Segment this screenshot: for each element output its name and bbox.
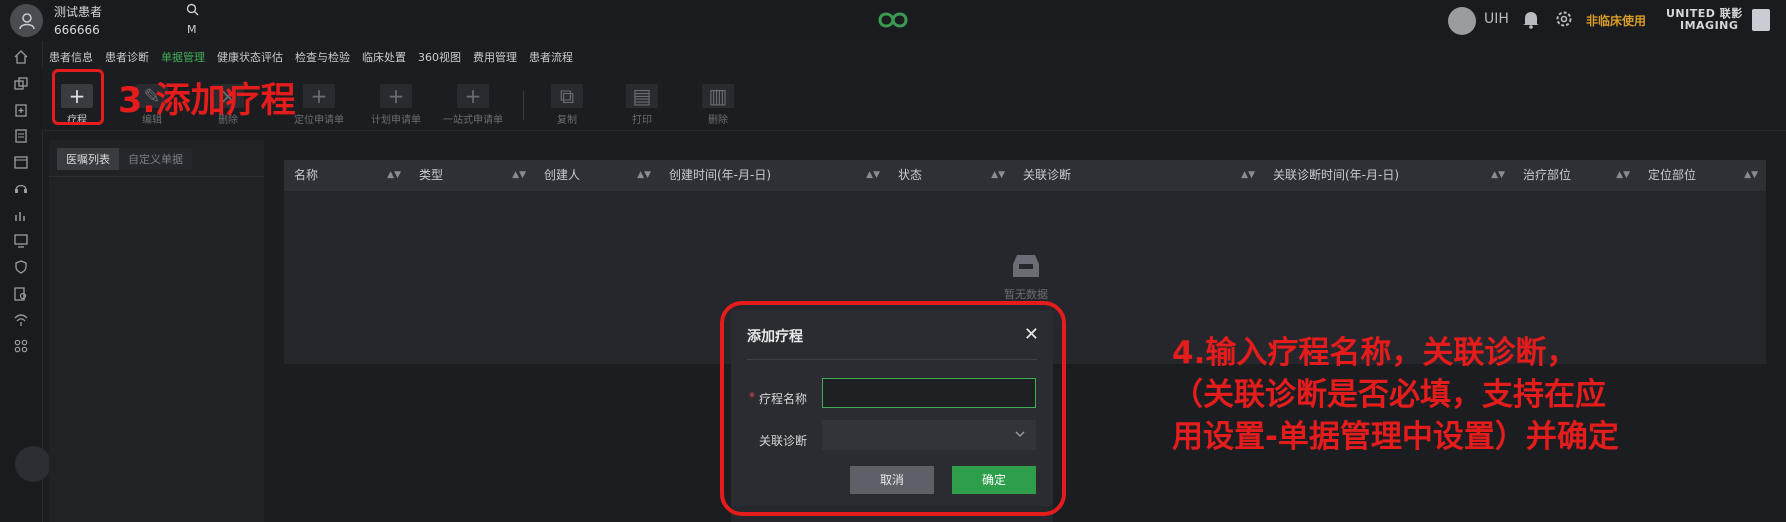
trash-icon: ▥	[702, 84, 734, 108]
printer-icon: ▤	[626, 84, 658, 108]
monitor-user-icon[interactable]	[13, 233, 29, 249]
sidebar-toggle-button[interactable]	[15, 446, 51, 482]
plus-icon: +	[457, 84, 489, 108]
sort-icon[interactable]: ▲▼	[866, 160, 880, 191]
copy-button[interactable]: ⧉ 复制	[535, 84, 599, 126]
positioning-request-label: 定位申请单	[294, 115, 344, 126]
tab-health-assessment[interactable]: 健康状态评估	[217, 49, 283, 67]
annotation-highlight-box	[52, 69, 104, 125]
column-header[interactable]: 治疗部位 ▲▼	[1513, 160, 1638, 191]
annotation-step4: 4.输入疗程名称，关联诊断， （关联诊断是否必填，支持在应 用设置-单据管理中设…	[1172, 335, 1619, 455]
tab-patient-flow[interactable]: 患者流程	[529, 49, 573, 67]
copy-icon[interactable]	[13, 76, 29, 92]
clipboard-add-icon[interactable]	[13, 102, 29, 118]
plus-icon: +	[380, 84, 412, 108]
column-header[interactable]: 状态 ▲▼	[888, 160, 1013, 191]
calendar-icon[interactable]	[13, 154, 29, 170]
sidebar	[0, 41, 51, 522]
column-label: 类型	[419, 168, 444, 182]
inbox-icon	[1013, 255, 1039, 277]
annotation-dialog-highlight	[720, 301, 1066, 516]
document-search-icon[interactable]	[13, 286, 29, 302]
sort-icon[interactable]: ▲▼	[991, 160, 1005, 191]
sort-icon[interactable]: ▲▼	[387, 160, 401, 191]
patient-id: 666666	[54, 23, 100, 37]
nav-tabs: 患者信息 患者诊断 单据管理 健康状态评估 检查与检验 临床处置 360视图 费…	[49, 49, 585, 73]
sort-icon[interactable]: ▲▼	[1491, 160, 1505, 191]
app-logo-icon	[872, 7, 914, 37]
brand-logo: UNITED 联影 IMAGING	[1666, 8, 1743, 32]
chart-icon[interactable]	[13, 207, 29, 223]
sort-icon[interactable]: ▲▼	[1616, 160, 1630, 191]
signal-icon[interactable]	[13, 312, 29, 328]
tab-360-view[interactable]: 360视图	[418, 49, 461, 67]
one-stop-request-button[interactable]: + 一站式申请单	[441, 84, 505, 126]
column-label: 名称	[294, 168, 319, 182]
non-clinical-label: 非临床使用	[1586, 14, 1647, 28]
print-label: 打印	[632, 115, 652, 126]
divider	[49, 176, 264, 177]
patient-name: 测试患者	[54, 5, 103, 19]
column-label: 关联诊断时间(年-月-日)	[1273, 168, 1400, 182]
tab-exam-lab[interactable]: 检查与检验	[295, 49, 350, 67]
column-label: 状态	[898, 168, 923, 182]
home-icon[interactable]	[13, 49, 29, 65]
user-avatar[interactable]	[1448, 7, 1476, 35]
empty-state: 暂无数据	[1004, 252, 1048, 302]
one-stop-request-label: 一站式申请单	[443, 115, 503, 126]
annotation-step3: 3.添加疗程	[118, 81, 296, 121]
left-panel-tabs: 医嘱列表 自定义单据	[57, 148, 192, 170]
positioning-request-button[interactable]: + 定位申请单	[287, 84, 351, 126]
plus-icon: +	[303, 84, 335, 108]
tab-clinical-procedure[interactable]: 临床处置	[362, 49, 406, 67]
column-header[interactable]: 创建时间(年-月-日) ▲▼	[659, 160, 888, 191]
print-button[interactable]: ▤ 打印	[610, 84, 674, 126]
tab-custom-document[interactable]: 自定义单据	[119, 148, 192, 170]
column-label: 关联诊断	[1023, 168, 1072, 182]
column-header[interactable]: 名称 ▲▼	[284, 160, 409, 191]
brand-icon	[1752, 9, 1770, 31]
plan-request-button[interactable]: + 计划申请单	[364, 84, 428, 126]
tab-patient-info[interactable]: 患者信息	[49, 49, 93, 67]
apps-icon[interactable]	[13, 338, 29, 354]
left-panel: 医嘱列表 自定义单据	[49, 140, 264, 522]
tab-billing[interactable]: 费用管理	[473, 49, 517, 67]
column-label: 治疗部位	[1523, 168, 1572, 182]
plan-request-label: 计划申请单	[371, 115, 421, 126]
sort-icon[interactable]: ▲▼	[1744, 160, 1758, 191]
column-header[interactable]: 定位部位 ▲▼	[1638, 160, 1766, 191]
column-header[interactable]: 关联诊断时间(年-月-日) ▲▼	[1263, 160, 1513, 191]
copy-icon: ⧉	[551, 84, 583, 108]
table-header: 名称 ▲▼ 类型 ▲▼ 创建人 ▲▼ 创建时间(年-月-日) ▲▼ 状态 ▲▼ 关联诊断 ▲…	[284, 160, 1766, 191]
copy-label: 复制	[557, 115, 577, 126]
column-header[interactable]: 创建人 ▲▼	[534, 160, 659, 191]
sort-icon[interactable]: ▲▼	[512, 160, 526, 191]
column-header[interactable]: 关联诊断 ▲▼	[1013, 160, 1263, 191]
top-bar: 测试患者 666666 M UIH 非临床使用 UNITED 联影 IMAGIN…	[0, 0, 1786, 41]
gear-icon[interactable]	[1554, 9, 1574, 33]
sort-icon[interactable]: ▲▼	[637, 160, 651, 191]
column-label: 创建人	[544, 168, 581, 182]
patient-avatar[interactable]	[10, 4, 43, 37]
user-icon	[18, 12, 35, 29]
tab-document-management[interactable]: 单据管理	[161, 49, 205, 73]
delete-label-2: 删除	[708, 115, 728, 126]
headset-icon[interactable]	[13, 180, 29, 196]
column-label: 定位部位	[1648, 168, 1697, 182]
tab-order-list[interactable]: 医嘱列表	[57, 148, 119, 170]
delete-button-2[interactable]: ▥ 删除	[686, 84, 750, 126]
search-icon[interactable]	[186, 3, 199, 20]
gender-label: M	[187, 23, 197, 36]
report-icon[interactable]	[13, 128, 29, 144]
shield-icon[interactable]	[13, 259, 29, 275]
column-header[interactable]: 类型 ▲▼	[409, 160, 534, 191]
toolbar-divider	[523, 90, 524, 120]
empty-text: 暂无数据	[1004, 288, 1048, 301]
bell-icon[interactable]	[1522, 9, 1540, 33]
user-label: UIH	[1484, 11, 1509, 27]
sort-icon[interactable]: ▲▼	[1241, 160, 1255, 191]
column-label: 创建时间(年-月-日)	[669, 168, 772, 182]
tab-patient-diagnosis[interactable]: 患者诊断	[105, 49, 149, 67]
brand-line2: IMAGING	[1680, 19, 1739, 32]
